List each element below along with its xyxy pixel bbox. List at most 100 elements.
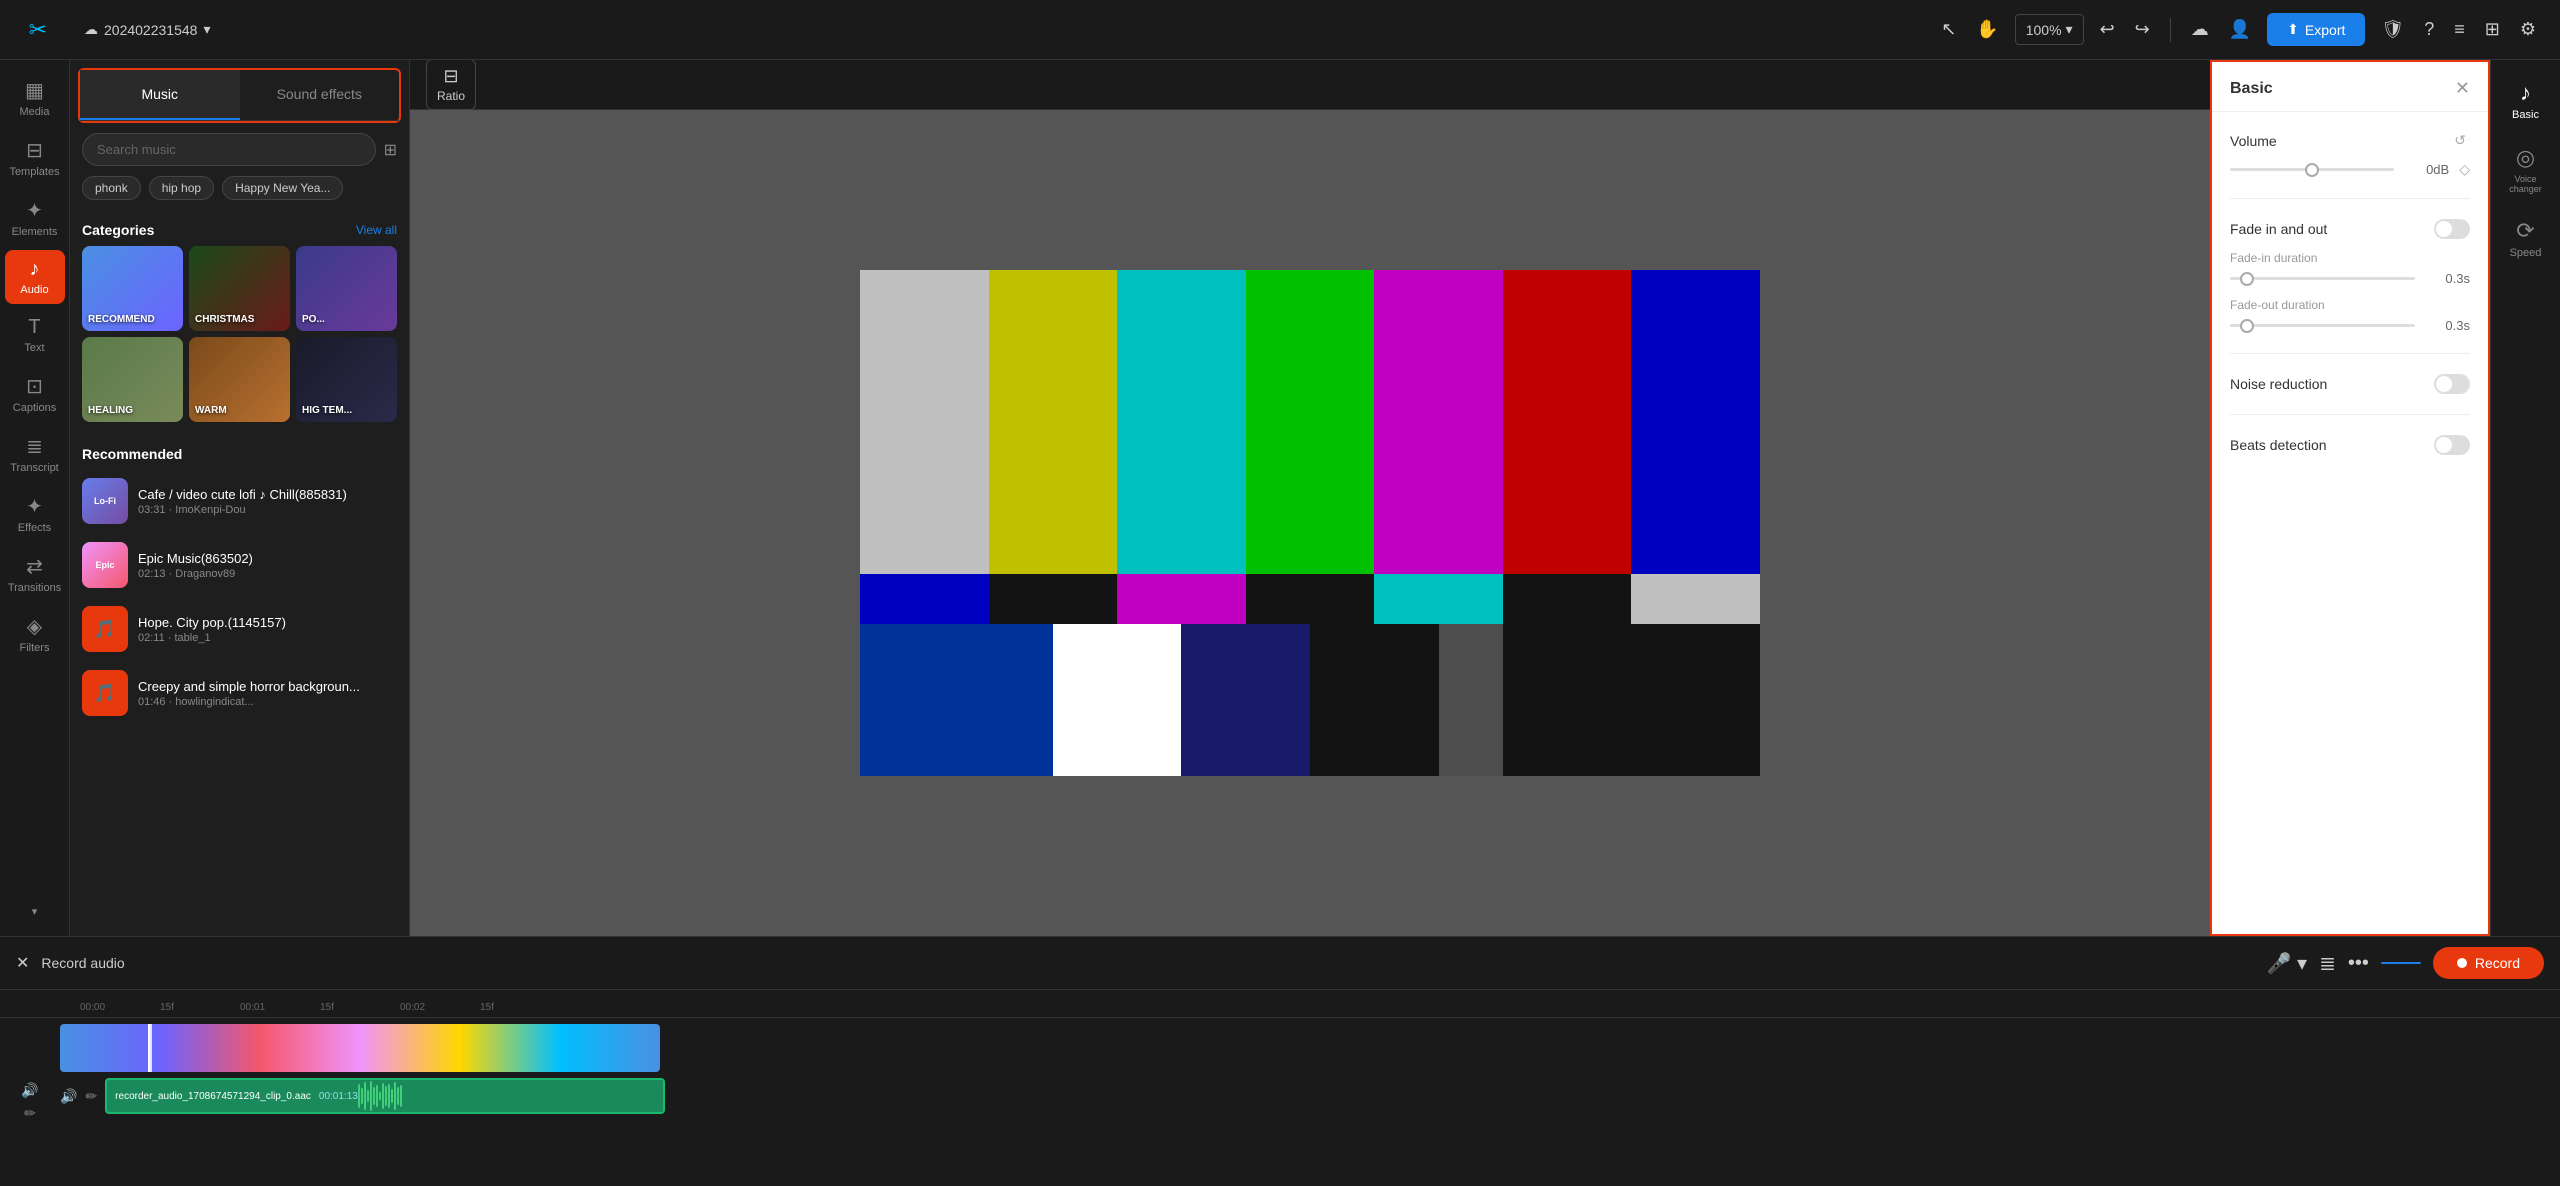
sidebar-item-templates[interactable]: ⊟ Templates [5,130,65,186]
tab-sound-effects[interactable]: Sound effects [240,70,400,120]
fade-in-label: Fade-in duration [2230,251,2470,265]
filter-button[interactable]: ⊞ [384,140,397,160]
media-icon: ▦ [25,78,44,103]
category-recommend[interactable]: RECOMMEND [82,246,183,331]
timeline-ruler: 00:00 15f 00:01 15f 00:02 15f [0,990,2560,1018]
sidebar-item-captions[interactable]: ⊡ Captions [5,366,65,422]
music-item-4[interactable]: 🎵 Creepy and simple horror backgroun... … [82,662,397,724]
record-audio-label: Record audio [41,955,2254,971]
sidebar-more-button[interactable]: ▾ [5,897,65,926]
view-all-link[interactable]: View all [356,223,397,237]
ruler-mark-1: 15f [160,1002,240,1013]
music-item-1[interactable]: Lo-Fi Cafe / video cute lofi ♪ Chill(885… [82,470,397,532]
transitions-icon: ⇄ [26,554,43,579]
sidebar-item-filters[interactable]: ◈ Filters [5,606,65,662]
beats-detection-toggle[interactable] [2434,435,2470,455]
ruler-marks: 00:00 15f 00:01 15f 00:02 15f [80,1002,2480,1013]
profile-button[interactable]: 👤 [2225,15,2255,44]
layout-button[interactable]: ⊞ [2481,15,2504,44]
sidebar-label-text: Text [24,342,44,354]
undo-button[interactable]: ↩ [2096,15,2119,44]
right-panel-basic: Basic ✕ Volume ↺ 0dB ◇ [2210,60,2490,936]
sidebar-item-transitions[interactable]: ⇄ Transitions [5,546,65,602]
hand-tool-button[interactable]: ✋ [1972,15,2002,44]
music-thumb-4: 🎵 [82,670,128,716]
main-area: ▦ Media ⊟ Templates ✦ Elements ♪ Audio T… [0,60,2560,936]
tag-phonk[interactable]: phonk [82,176,141,200]
waveform [358,1081,655,1111]
project-dropdown-icon: ▾ [203,21,210,38]
tag-hiphop[interactable]: hip hop [149,176,214,200]
sidebar-item-media[interactable]: ▦ Media [5,70,65,126]
record-close-button[interactable]: ✕ [16,953,29,973]
sidebar-item-audio[interactable]: ♪ Audio [5,250,65,304]
ratio-button[interactable]: ⊟ Ratio [426,60,476,110]
category-pop[interactable]: PO... [296,246,397,331]
top-bar: ✂ ☁ 202402231548 ▾ ↖ ✋ 100% ▾ ↩ ↪ ☁ 👤 ⬆ … [0,0,2560,60]
volume-keyframe-button[interactable]: ◇ [2459,161,2470,178]
track-controls-video: 🔊 ✏ [0,1024,60,1180]
canvas-area: ⊟ Ratio [410,60,2210,936]
fade-in-value: 0.3s [2425,271,2470,286]
audio-track[interactable]: recorder_audio_1708674571294_clip_0.aac … [105,1078,665,1114]
settings-button[interactable]: ⚙ [2516,15,2540,44]
audio-volume-button[interactable]: 🔊 [60,1088,77,1105]
canvas-toolbar: ⊟ Ratio [410,60,2210,110]
zoom-selector[interactable]: 100% ▾ [2015,14,2084,45]
volume-reset-button[interactable]: ↺ [2450,128,2470,153]
volume-slider[interactable] [2230,168,2394,171]
volume-value: 0dB [2404,162,2449,177]
sidebar-item-effects[interactable]: ✦ Effects [5,486,65,542]
music-thumb-1: Lo-Fi [82,478,128,524]
shield-button[interactable]: 🛡 [2377,15,2408,44]
audio-edit-button[interactable]: ✏ [85,1088,97,1105]
fade-in-slider-row: 0.3s [2230,271,2470,286]
pointer-tool-button[interactable]: ↖ [1937,15,1960,44]
project-name-area[interactable]: ☁ 202402231548 ▾ [84,21,210,38]
mic-button[interactable]: 🎤 ▾ [2267,951,2308,976]
export-button[interactable]: ⬆ Export [2267,13,2365,46]
filters-icon: ◈ [27,614,42,639]
search-input[interactable] [82,133,376,166]
noise-reduction-row: Noise reduction [2230,374,2470,394]
fade-in-slider[interactable] [2230,277,2415,280]
fade-toggle[interactable] [2434,219,2470,239]
transcript-toggle-button[interactable]: ≣ [2319,951,2336,976]
help-button[interactable]: ? [2420,15,2438,44]
left-sidebar: ▦ Media ⊟ Templates ✦ Elements ♪ Audio T… [0,60,70,936]
record-button[interactable]: Record [2433,947,2544,979]
sidebar-item-elements[interactable]: ✦ Elements [5,190,65,246]
video-edit-button[interactable]: ✏ [24,1105,36,1122]
redo-button[interactable]: ↪ [2131,15,2154,44]
sidebar-item-transcript[interactable]: ≣ Transcript [5,426,65,482]
right-icon-basic[interactable]: ♪ Basic [2492,70,2560,131]
right-icon-speed[interactable]: ⟳ Speed [2492,208,2560,269]
noise-reduction-toggle[interactable] [2434,374,2470,394]
tab-music[interactable]: Music [80,70,240,120]
tag-happynewyear[interactable]: Happy New Yea... [222,176,343,200]
right-icon-voice-changer[interactable]: ◎ Voice changer [2492,135,2560,204]
video-volume-button[interactable]: 🔊 [21,1082,38,1099]
music-item-3[interactable]: 🎵 Hope. City pop.(1145157) 02:11 · table… [82,598,397,660]
volume-slider-row: 0dB ◇ [2230,161,2470,178]
list-button[interactable]: ≡ [2450,15,2469,44]
category-healing[interactable]: HEALING [82,337,183,422]
category-christmas[interactable]: CHRISTMAS [189,246,290,331]
category-warm[interactable]: WARM [189,337,290,422]
project-name-label: 202402231548 [104,22,197,38]
fade-out-slider[interactable] [2230,324,2415,327]
fade-out-value: 0.3s [2425,318,2470,333]
right-panel-close-button[interactable]: ✕ [2455,78,2470,99]
music-item-2[interactable]: Epic Epic Music(863502) 02:13 · Draganov… [82,534,397,596]
sidebar-label-templates: Templates [9,166,59,178]
sidebar-label-transitions: Transitions [8,582,61,594]
more-options-button[interactable]: ••• [2348,952,2369,975]
timeline-track-area: 🔊 ✏ 🔊 ✏ [0,1018,2560,1186]
record-progress-bar [2381,962,2421,964]
sidebar-item-text[interactable]: T Text [5,308,65,362]
voice-changer-icon: ◎ [2516,145,2535,171]
tracks-container: 🔊 ✏ recorder_audio_1708674571294_clip_0.… [60,1024,2560,1180]
category-hiptem[interactable]: HIG TEM... [296,337,397,422]
record-bar: ✕ Record audio 🎤 ▾ ≣ ••• Record [0,937,2560,990]
save-button[interactable]: ☁ [2187,15,2213,44]
